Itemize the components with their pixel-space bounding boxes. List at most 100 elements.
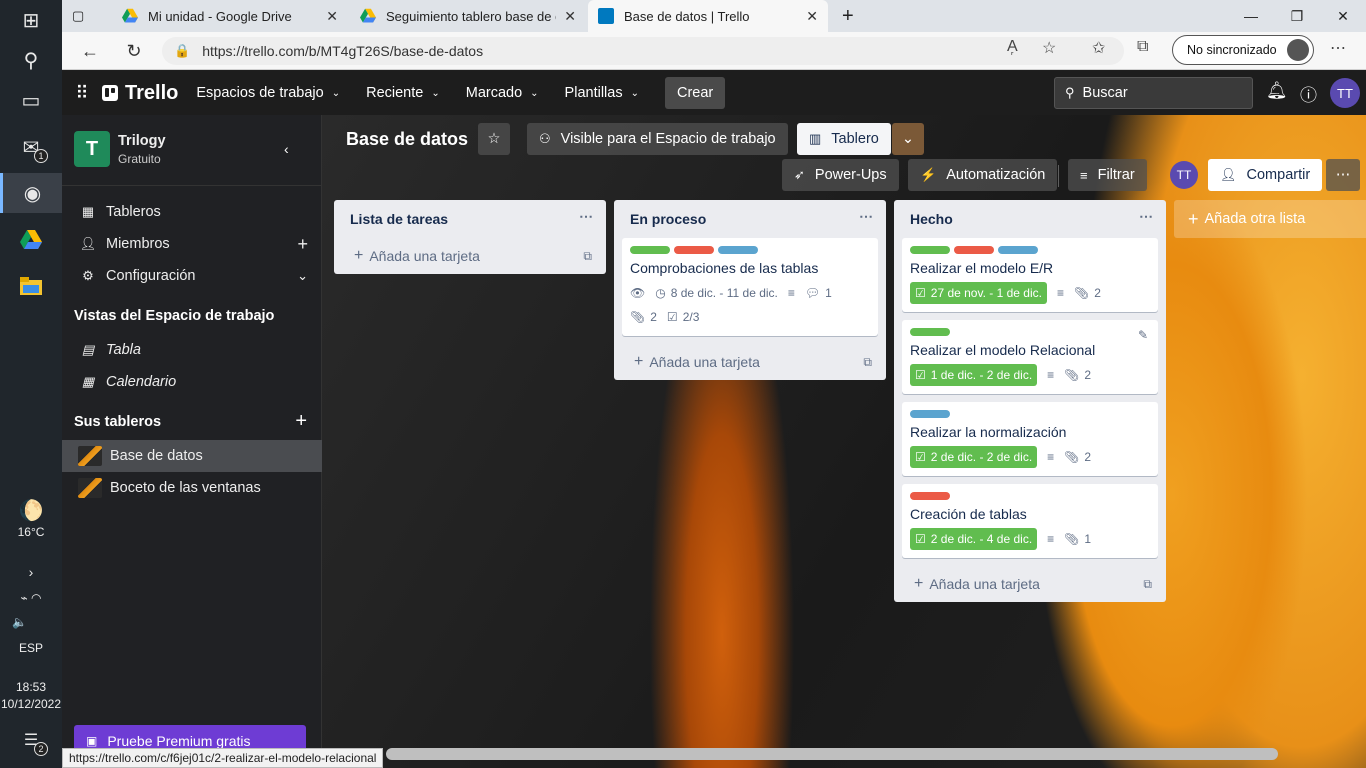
- card-modelo-relacional[interactable]: ✎ Realizar el modelo Relacional ☑ 1 de di…: [902, 320, 1158, 394]
- add-card-button[interactable]: + Añada una tarjeta ⧉: [334, 238, 606, 274]
- card-modelo-er[interactable]: Realizar el modelo E/R ☑ 27 de nov. - 1 d…: [902, 238, 1158, 312]
- menu-workspaces[interactable]: Espacios de trabajo ⌄: [196, 85, 340, 101]
- add-card-button[interactable]: + Añada una tarjeta ⧉: [894, 566, 1166, 602]
- sidebar-item-settings[interactable]: ⚙ Configuración ⌄: [62, 260, 322, 292]
- due-date-badge-complete[interactable]: ☑ 2 de dic. - 2 de dic.: [910, 446, 1038, 468]
- label-blue[interactable]: [998, 246, 1038, 254]
- board-view-button[interactable]: ▥ Tablero: [797, 123, 891, 155]
- label-red[interactable]: [954, 246, 994, 254]
- add-member-icon[interactable]: +: [297, 234, 308, 255]
- clock-time[interactable]: 18:53: [0, 680, 62, 694]
- favorites-icon[interactable]: ✩: [1092, 38, 1105, 58]
- automation-button[interactable]: ⚡ Automatización: [908, 159, 1058, 191]
- label-red[interactable]: [910, 492, 950, 500]
- card-labels[interactable]: [910, 492, 1150, 500]
- card-normalizacion[interactable]: Realizar la normalización ☑ 2 de dic. - 2…: [902, 402, 1158, 476]
- list-menu-icon[interactable]: ⋯: [1139, 208, 1154, 225]
- clock-date[interactable]: 10/12/2022: [0, 697, 62, 711]
- tab-actions-icon[interactable]: ▢: [72, 0, 98, 32]
- edit-pencil-icon[interactable]: ✎: [1138, 328, 1148, 342]
- list-menu-icon[interactable]: ⋯: [579, 208, 594, 225]
- volume-icon[interactable]: 🔈: [0, 602, 62, 642]
- sidebar-item-boards[interactable]: ▦ Tableros: [62, 196, 322, 228]
- label-red[interactable]: [674, 246, 714, 254]
- app-switcher-icon[interactable]: ⠿: [62, 83, 102, 104]
- back-icon[interactable]: ←: [76, 38, 104, 64]
- label-green[interactable]: [910, 328, 950, 336]
- label-blue[interactable]: [718, 246, 758, 254]
- sync-status-button[interactable]: No sincronizado: [1172, 35, 1314, 65]
- list-menu-icon[interactable]: ⋯: [859, 208, 874, 225]
- label-blue[interactable]: [910, 410, 950, 418]
- share-button[interactable]: 👤︎ Compartir: [1208, 159, 1323, 191]
- due-date-badge-complete[interactable]: ☑ 27 de nov. - 1 de dic.: [910, 282, 1047, 304]
- view-switcher-chevron-icon[interactable]: ⌄: [892, 123, 924, 155]
- card-labels[interactable]: [630, 246, 870, 254]
- task-view-icon[interactable]: ▭: [0, 80, 62, 120]
- card-labels[interactable]: [910, 410, 1150, 418]
- list-header[interactable]: Hecho ⋯: [894, 200, 1166, 238]
- menu-templates[interactable]: Plantillas ⌄: [565, 85, 639, 101]
- card-template-icon[interactable]: ⧉: [583, 249, 592, 264]
- card-template-icon[interactable]: ⧉: [1143, 577, 1152, 592]
- notifications-icon[interactable]: 🔔︎: [1266, 81, 1288, 101]
- horizontal-scrollbar[interactable]: [386, 748, 1278, 760]
- browser-tab[interactable]: Seguimiento tablero base de dat ✕: [350, 0, 586, 32]
- card-labels[interactable]: [910, 246, 1150, 254]
- card-creacion-tablas[interactable]: Creación de tablas ☑ 2 de dic. - 4 de dic…: [902, 484, 1158, 558]
- search-icon[interactable]: ⚲: [0, 40, 62, 80]
- add-card-button[interactable]: + Añada una tarjeta ⧉: [614, 344, 886, 380]
- sidebar-board-base-de-datos[interactable]: Base de datos: [62, 440, 322, 472]
- mail-icon[interactable]: ✉ 1: [0, 127, 62, 167]
- visibility-button[interactable]: ⚇ Visible para el Espacio de trabajo: [527, 123, 788, 155]
- browser-tab-active[interactable]: Base de datos | Trello ✕: [588, 0, 828, 32]
- sidebar-item-members[interactable]: 👤︎ Miembros +: [62, 228, 322, 260]
- more-options-icon[interactable]: ⋯: [1330, 38, 1346, 58]
- sidebar-board-boceto[interactable]: Boceto de las ventanas: [62, 472, 322, 504]
- workspace-header[interactable]: T Trilogy Gratuito: [74, 131, 166, 167]
- add-list-button[interactable]: + Añada otra lista: [1174, 200, 1366, 238]
- filter-button[interactable]: ≡ Filtrar: [1068, 159, 1147, 191]
- list-header[interactable]: En proceso ⋯: [614, 200, 886, 238]
- input-language[interactable]: ESP: [0, 641, 62, 655]
- close-icon[interactable]: ✕: [806, 8, 818, 25]
- close-window-icon[interactable]: ✕: [1320, 0, 1366, 32]
- close-icon[interactable]: ✕: [564, 8, 576, 25]
- user-avatar[interactable]: TT: [1330, 78, 1360, 108]
- close-icon[interactable]: ✕: [326, 8, 338, 25]
- sidebar-item-table-view[interactable]: ▤ Tabla: [62, 334, 322, 366]
- google-drive-icon[interactable]: [0, 220, 62, 260]
- chevron-down-icon[interactable]: ⌄: [297, 268, 308, 284]
- add-board-icon[interactable]: +: [295, 410, 307, 433]
- search-input[interactable]: ⚲ Buscar: [1054, 77, 1253, 109]
- trello-logo[interactable]: Trello: [102, 82, 178, 105]
- edge-browser-icon[interactable]: ◉: [0, 173, 62, 213]
- menu-recent[interactable]: Reciente ⌄: [366, 85, 440, 101]
- power-ups-button[interactable]: ➶ Power-Ups: [782, 159, 899, 191]
- new-tab-icon[interactable]: +: [832, 0, 864, 32]
- card-template-icon[interactable]: ⧉: [863, 355, 872, 370]
- list-header[interactable]: Lista de tareas ⋯: [334, 200, 606, 238]
- collections-icon[interactable]: ⧉: [1137, 38, 1148, 56]
- add-favorite-icon[interactable]: ☆: [1042, 38, 1056, 58]
- create-button[interactable]: Crear: [664, 77, 726, 109]
- due-date-badge-complete[interactable]: ☑ 1 de dic. - 2 de dic.: [910, 364, 1038, 386]
- windows-start-icon[interactable]: ⊞: [0, 0, 62, 40]
- collapse-sidebar-icon[interactable]: ‹: [284, 141, 289, 157]
- board-menu-icon[interactable]: ⋯: [1326, 159, 1360, 191]
- due-date-badge[interactable]: ◷ 8 de dic. - 11 de dic.: [655, 282, 778, 304]
- notification-icon[interactable]: ☰ 2: [0, 720, 62, 760]
- sidebar-item-calendar-view[interactable]: ▦ Calendario: [62, 366, 322, 398]
- star-board-icon[interactable]: ☆: [478, 123, 510, 155]
- minimize-icon[interactable]: —: [1228, 0, 1274, 32]
- due-date-badge-complete[interactable]: ☑ 2 de dic. - 4 de dic.: [910, 528, 1038, 550]
- lock-icon[interactable]: 🔒: [174, 43, 190, 59]
- label-green[interactable]: [910, 246, 950, 254]
- weather-icon[interactable]: 🌔: [0, 490, 62, 530]
- url-field[interactable]: 🔒 https://trello.com/b/MT4gT26S/base-de-…: [162, 37, 1124, 65]
- browser-tab[interactable]: Mi unidad - Google Drive ✕: [112, 0, 348, 32]
- refresh-icon[interactable]: ↻: [120, 38, 148, 64]
- restore-icon[interactable]: ❐: [1274, 0, 1320, 32]
- read-aloud-icon[interactable]: A᷊: [1007, 38, 1018, 56]
- menu-starred[interactable]: Marcado ⌄: [466, 85, 539, 101]
